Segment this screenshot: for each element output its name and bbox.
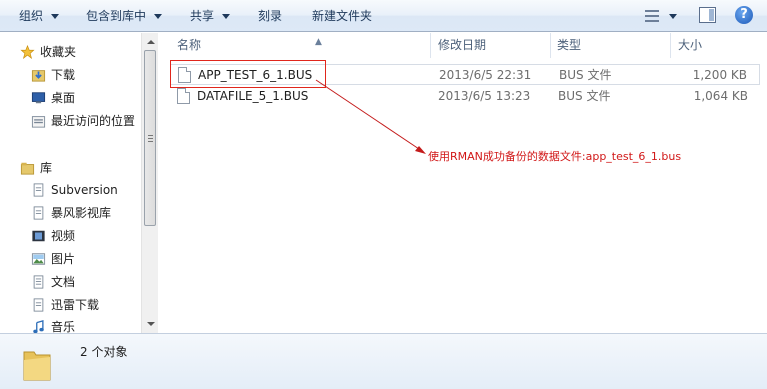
help-icon[interactable]: ?	[735, 6, 753, 24]
star-icon	[20, 45, 35, 59]
scroll-thumb[interactable]	[144, 50, 156, 226]
organize-dropdown-icon	[51, 14, 60, 19]
item-count: 2 个对象	[80, 345, 128, 359]
new-folder-button[interactable]: 新建文件夹	[312, 0, 372, 32]
nav-storm-video[interactable]: 暴风影视库	[0, 202, 140, 224]
column-divider[interactable]	[670, 33, 671, 58]
command-bar: 组织 包含到库中 共享 刻录 新建文件夹 ?	[0, 0, 767, 32]
nav-subversion[interactable]: Subversion	[0, 179, 140, 201]
preview-pane-icon[interactable]	[699, 7, 716, 23]
column-header-size-label: 大小	[678, 38, 703, 52]
burn-label: 刻录	[258, 9, 283, 23]
burn-button[interactable]: 刻录	[258, 0, 282, 32]
nav-pictures-label: 图片	[51, 252, 76, 266]
scroll-down-arrow-icon[interactable]	[147, 322, 155, 326]
nav-videos-label: 视频	[51, 229, 76, 243]
column-header-size[interactable]: 大小	[678, 33, 758, 58]
nav-scrollbar[interactable]	[141, 33, 158, 333]
sort-ascending-icon: ▲	[315, 37, 322, 47]
nav-favorites-label: 收藏夹	[40, 45, 77, 59]
details-pane: 2 个对象	[0, 333, 767, 389]
file-icon	[177, 88, 190, 104]
share-button[interactable]: 共享	[190, 0, 231, 32]
file-size: 1,200 KB	[692, 68, 747, 82]
music-note-icon	[33, 320, 44, 334]
column-header-date-label: 修改日期	[438, 38, 487, 52]
nav-downloads-label: 下载	[51, 68, 76, 82]
file-date: 2013/6/5 13:23	[438, 89, 531, 103]
nav-thunder-downloads[interactable]: 迅雷下载	[0, 294, 140, 316]
file-size: 1,064 KB	[693, 89, 748, 103]
organize-button[interactable]: 组织	[19, 0, 60, 32]
document-library-icon	[33, 298, 44, 312]
nav-downloads[interactable]: 下载	[0, 64, 140, 86]
nav-storm-video-label: 暴风影视库	[51, 206, 112, 220]
desktop-icon	[31, 92, 46, 104]
document-library-icon	[33, 183, 44, 197]
scroll-up-arrow-icon[interactable]	[147, 40, 155, 44]
file-row[interactable]: DATAFILE_5_1.BUS 2013/6/5 13:23 BUS 文件 1…	[170, 86, 760, 107]
nav-favorites[interactable]: 收藏夹	[0, 41, 140, 63]
recent-places-icon	[31, 116, 46, 128]
highlight-box	[170, 60, 326, 88]
column-divider[interactable]	[430, 33, 431, 58]
file-name: DATAFILE_5_1.BUS	[197, 89, 309, 103]
include-in-library-button[interactable]: 包含到库中	[86, 0, 163, 32]
column-header-name-label: 名称	[177, 38, 202, 52]
nav-documents[interactable]: 文档	[0, 271, 140, 293]
change-view-icon[interactable]	[645, 9, 659, 23]
organize-label: 组织	[19, 9, 44, 23]
new-folder-label: 新建文件夹	[312, 9, 373, 23]
column-header-type[interactable]: 类型	[557, 33, 667, 58]
nav-libraries-label: 库	[40, 161, 53, 175]
document-icon	[33, 275, 44, 289]
column-header-date[interactable]: 修改日期	[438, 33, 548, 58]
explorer-window: 组织 包含到库中 共享 刻录 新建文件夹 ? 收藏夹 下载 桌面 最近访问的位置…	[0, 0, 767, 389]
include-in-library-label: 包含到库中	[86, 9, 147, 23]
nav-documents-label: 文档	[51, 275, 76, 289]
folder-icon	[23, 351, 51, 381]
nav-videos[interactable]: 视频	[0, 225, 140, 247]
nav-thunder-downloads-label: 迅雷下载	[51, 298, 100, 312]
nav-desktop[interactable]: 桌面	[0, 87, 140, 109]
file-date: 2013/6/5 22:31	[439, 68, 532, 82]
nav-desktop-label: 桌面	[51, 91, 76, 105]
document-library-icon	[33, 206, 44, 220]
library-icon	[20, 162, 35, 175]
annotation-text: 使用RMAN成功备份的数据文件:app_test_6_1.bus	[428, 150, 682, 163]
view-options-dropdown-icon[interactable]	[669, 14, 677, 19]
column-header-type-label: 类型	[557, 38, 582, 52]
navigation-pane: 收藏夹 下载 桌面 最近访问的位置 库 Subversion 暴风影视库 视频 …	[0, 33, 158, 334]
film-icon	[32, 230, 45, 242]
share-label: 共享	[190, 9, 215, 23]
file-type: BUS 文件	[559, 68, 612, 82]
nav-subversion-label: Subversion	[51, 183, 118, 197]
nav-pictures[interactable]: 图片	[0, 248, 140, 270]
nav-recent-places-label: 最近访问的位置	[51, 114, 136, 128]
include-dropdown-icon	[154, 14, 163, 19]
column-divider[interactable]	[550, 33, 551, 58]
nav-recent-places[interactable]: 最近访问的位置	[0, 110, 140, 132]
picture-icon	[31, 253, 46, 265]
share-dropdown-icon	[222, 14, 231, 19]
column-header-name[interactable]: ▲ 名称	[177, 33, 427, 58]
nav-libraries[interactable]: 库	[0, 157, 140, 179]
downloads-folder-icon	[31, 70, 46, 82]
file-type: BUS 文件	[558, 89, 611, 103]
